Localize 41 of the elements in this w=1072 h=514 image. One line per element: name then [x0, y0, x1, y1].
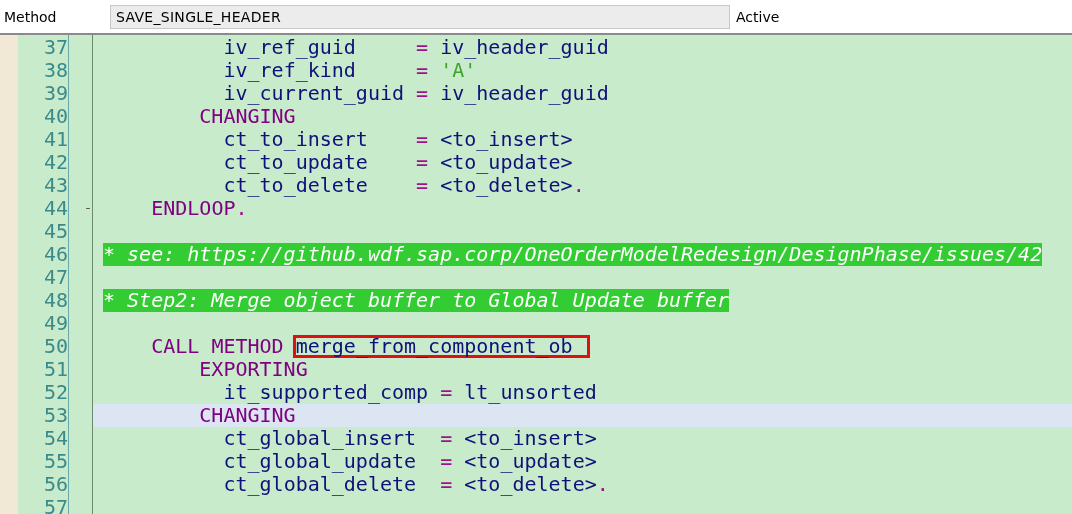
status-text: Active — [736, 8, 780, 25]
line-number: 55 — [43, 450, 68, 473]
line-number: 50 — [43, 335, 68, 358]
code-line: ct_to_insert = <to_insert> — [223, 128, 573, 151]
line-number: 54 — [43, 427, 68, 450]
method-label: Method — [3, 8, 58, 25]
line-number: 43 — [43, 174, 68, 197]
method-name-field[interactable]: SAVE_SINGLE_HEADER — [110, 4, 730, 29]
line-number: 37 — [43, 36, 68, 59]
code-line: ct_to_update = <to_update> — [223, 151, 573, 174]
code-line: it_supported_comp = lt_unsorted — [223, 381, 597, 404]
line-number: 45 — [43, 220, 68, 243]
code-line: ct_global_update = <to_update> — [223, 450, 597, 473]
line-number: 44 — [43, 197, 68, 220]
code-line: CALL METHOD merge_from_component_ob — [151, 335, 590, 358]
line-number: 51 — [43, 358, 68, 381]
code-line: iv_ref_kind = 'A' — [223, 59, 477, 82]
line-number: 53 — [43, 404, 68, 427]
code-comment: * Step2: Merge object buffer to Global Update buffer — [103, 289, 730, 312]
line-number: 48 — [43, 289, 68, 312]
line-number: 52 — [43, 381, 68, 404]
code-line: EXPORTING — [199, 358, 308, 381]
code-line: iv_current_guid = iv_header_guid — [223, 82, 609, 105]
line-number: 41 — [43, 128, 68, 151]
code-line: iv_ref_guid = iv_header_guid — [223, 36, 609, 59]
line-number: 47 — [43, 266, 68, 289]
line-number: 57 — [43, 496, 68, 514]
line-number: 40 — [43, 105, 68, 128]
code-comment: * see: https://github.wdf.sap.corp/OneOrderModelRedesign/DesignPhase/issues/42 — [103, 243, 1043, 266]
code-line: ct_to_delete = <to_delete>. — [223, 174, 585, 197]
code-line: CHANGING — [199, 105, 296, 128]
code-line: CHANGING — [199, 404, 296, 427]
line-number: 42 — [43, 151, 68, 174]
line-number: 38 — [43, 59, 68, 82]
line-number: 49 — [43, 312, 68, 335]
code-line: ENDLOOP. — [151, 197, 248, 220]
code-line: ct_global_insert = <to_insert> — [223, 427, 597, 450]
line-number: 39 — [43, 82, 68, 105]
code-line: ct_global_delete = <to_delete>. — [223, 473, 609, 496]
line-number: 56 — [43, 473, 68, 496]
line-number: 46 — [43, 243, 68, 266]
